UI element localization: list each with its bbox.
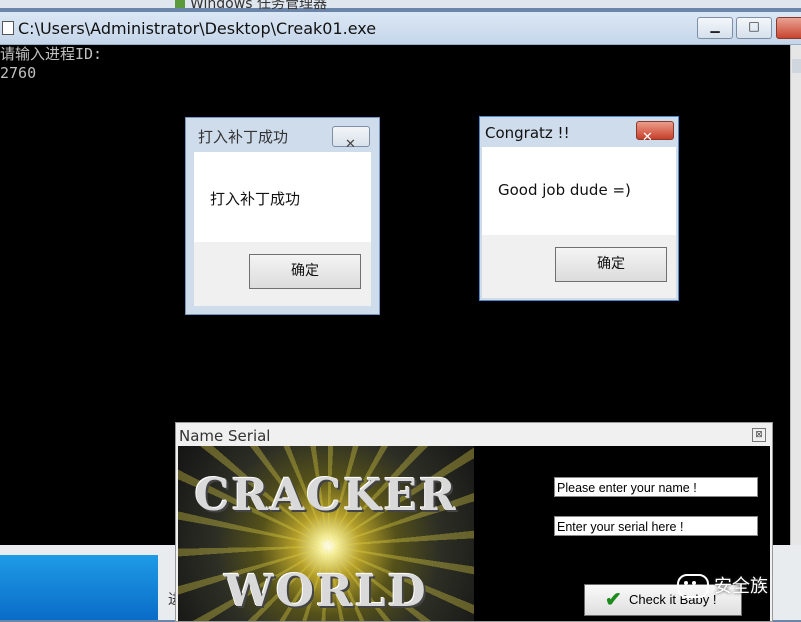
console-line: 请输入进程ID:: [0, 45, 103, 63]
console-scrollbar[interactable]: [790, 45, 801, 545]
congratz-dialog-message: Good job dude =): [498, 181, 631, 199]
congratz-dialog-titlebar[interactable]: Congratz !! ✕: [480, 117, 678, 149]
banner-word-cracker: CRACKER: [194, 470, 458, 521]
console-titlebar[interactable]: C:\Users\Administrator\Desktop\Creak01.e…: [0, 12, 801, 45]
congratz-dialog-footer: 确定: [482, 235, 676, 298]
congratz-dialog-body: Good job dude =): [482, 147, 676, 235]
scrollbar-up-arrow-icon[interactable]: [792, 59, 801, 73]
maximize-button[interactable]: □: [736, 17, 772, 39]
console-title: C:\Users\Administrator\Desktop\Creak01.e…: [18, 19, 377, 38]
patch-dialog-title: 打入补丁成功: [198, 128, 289, 146]
wechat-icon: [677, 574, 709, 598]
congratz-dialog-title: Congratz !!: [485, 124, 570, 142]
cracker-world-banner: CRACKER WORLD: [178, 446, 474, 621]
patch-dialog-footer: 确定: [194, 242, 371, 306]
congratz-dialog: Congratz !! ✕ Good job dude =) 确定: [479, 116, 679, 301]
close-icon: ✕: [642, 130, 653, 145]
minimize-icon: ▁: [710, 19, 720, 33]
background-task-manager-bar: Windows 任务管理器: [0, 0, 801, 12]
console-line: 2760: [0, 64, 37, 82]
patch-dialog-message: 打入补丁成功: [210, 190, 301, 208]
name-serial-close-button[interactable]: ⊠: [752, 428, 766, 442]
patch-dialog-titlebar[interactable]: 打入补丁成功 ✕: [186, 118, 379, 152]
name-serial-title: Name Serial: [179, 427, 271, 445]
patch-dialog-close-button[interactable]: ✕: [332, 126, 370, 152]
banner-word-world: WORLD: [224, 566, 428, 617]
background-window-fragment: [0, 555, 158, 620]
patch-dialog-body: 打入补丁成功: [194, 152, 371, 242]
congratz-dialog-ok-button[interactable]: 确定: [555, 247, 667, 282]
check-icon: ✔: [605, 589, 622, 611]
console-close-button[interactable]: [776, 17, 801, 39]
console-output: 请输入进程ID: 2760: [0, 45, 102, 83]
congratz-dialog-close-button[interactable]: ✕: [636, 121, 674, 145]
maximize-icon: □: [748, 19, 760, 33]
name-input[interactable]: Please enter your name !: [554, 477, 758, 497]
minimize-button[interactable]: ▁: [697, 17, 733, 39]
watermark-text: 安全族: [714, 576, 768, 597]
console-app-icon: [2, 21, 14, 35]
patch-dialog-ok-button[interactable]: 确定: [249, 254, 361, 289]
task-manager-icon: [175, 0, 185, 8]
patch-success-dialog: 打入补丁成功 ✕ 打入补丁成功 确定: [185, 117, 380, 315]
serial-input[interactable]: Enter your serial here !: [554, 516, 758, 536]
